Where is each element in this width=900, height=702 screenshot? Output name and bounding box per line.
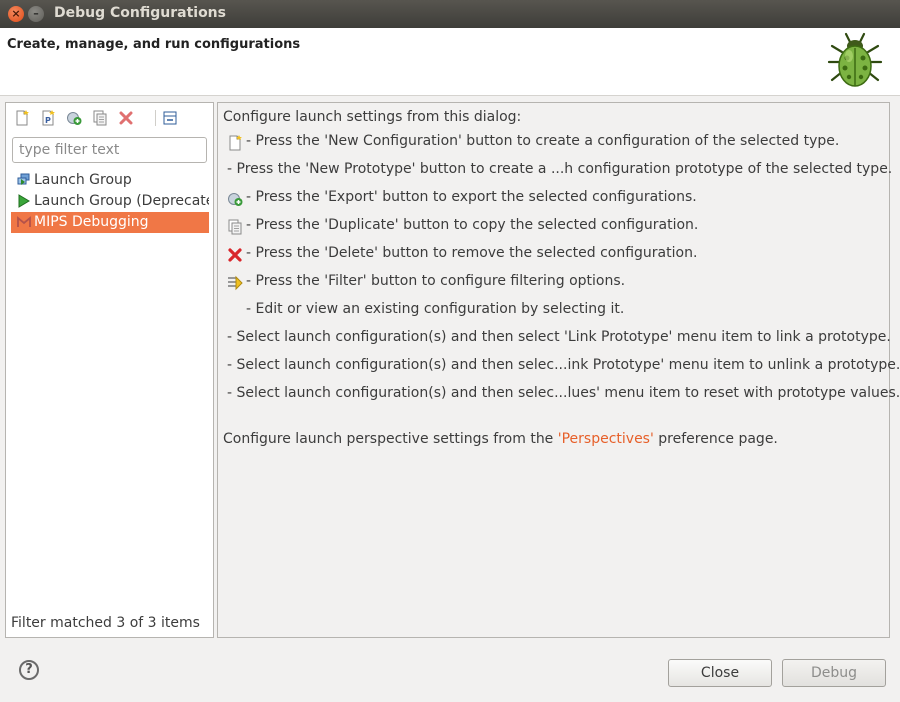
perspective-prefix: Configure launch perspective settings fr… (223, 431, 558, 447)
title-bar: × – Debug Configurations (0, 0, 900, 28)
debug-bug-icon (827, 32, 883, 87)
help-text: - Edit or view an existing configuration… (246, 301, 625, 317)
perspective-suffix: preference page. (653, 431, 778, 447)
help-text: - Press the 'Export' button to export th… (246, 189, 697, 205)
filter-status: Filter matched 3 of 3 items (11, 615, 200, 631)
mips-icon (17, 216, 31, 227)
help-text: - Press the 'New Prototype' button to cr… (227, 161, 893, 177)
help-text: - Press the 'New Configuration' button t… (246, 133, 840, 149)
filter-input[interactable] (12, 137, 207, 163)
configuration-tree: Launch Group Launch Group (Deprecated) M… (11, 170, 209, 233)
configuration-toolbar: P (12, 107, 208, 129)
tree-item-label: MIPS Debugging (34, 214, 149, 230)
delete-icon[interactable] (118, 110, 134, 126)
help-text: - Select launch configuration(s) and the… (227, 385, 900, 401)
header-banner: Create, manage, and run configurations (0, 28, 900, 96)
tree-item-label: Launch Group (34, 172, 132, 188)
window-title: Debug Configurations (54, 5, 226, 21)
configuration-list-panel: P Launch G (5, 102, 214, 638)
help-text: - Select launch configuration(s) and the… (227, 357, 900, 373)
help-text: - Select launch configuration(s) and the… (227, 329, 891, 345)
new-prototype-icon[interactable]: P (40, 110, 56, 126)
help-button[interactable]: ? (19, 660, 39, 680)
duplicate-icon (228, 219, 242, 235)
filter-icon (228, 275, 243, 291)
tree-item-launch-group[interactable]: Launch Group (11, 170, 209, 191)
tree-item-launch-group-deprecated[interactable]: Launch Group (Deprecated) (11, 191, 209, 212)
perspective-settings-text: Configure launch perspective settings fr… (223, 431, 778, 447)
export-icon (228, 193, 243, 206)
svg-text:P: P (45, 116, 51, 125)
help-text: - Press the 'Duplicate' button to copy t… (246, 217, 699, 233)
toolbar-separator (155, 110, 156, 126)
window-close-button[interactable]: × (8, 6, 24, 22)
help-panel: Configure launch settings from this dial… (217, 102, 900, 638)
tree-item-mips-debugging[interactable]: MIPS Debugging (11, 212, 209, 233)
window-minimize-button[interactable]: – (28, 6, 44, 22)
close-button[interactable]: Close (668, 659, 772, 687)
collapse-all-icon[interactable] (162, 110, 178, 126)
debug-button[interactable]: Debug (782, 659, 886, 687)
export-icon[interactable] (66, 110, 82, 126)
play-icon (18, 194, 30, 208)
delete-icon (228, 248, 242, 262)
launch-group-icon (17, 173, 30, 185)
help-intro: Configure launch settings from this dial… (223, 109, 522, 125)
help-text: - Press the 'Delete' button to remove th… (246, 245, 698, 261)
new-configuration-icon[interactable] (14, 110, 30, 126)
new-configuration-icon (229, 135, 242, 151)
help-text: - Press the 'Filter' button to configure… (246, 273, 626, 289)
tree-item-label: Launch Group (Deprecated) (34, 193, 209, 209)
perspectives-link[interactable]: 'Perspectives' (558, 431, 654, 447)
duplicate-icon[interactable] (92, 110, 108, 126)
banner-title: Create, manage, and run configurations (7, 37, 301, 52)
